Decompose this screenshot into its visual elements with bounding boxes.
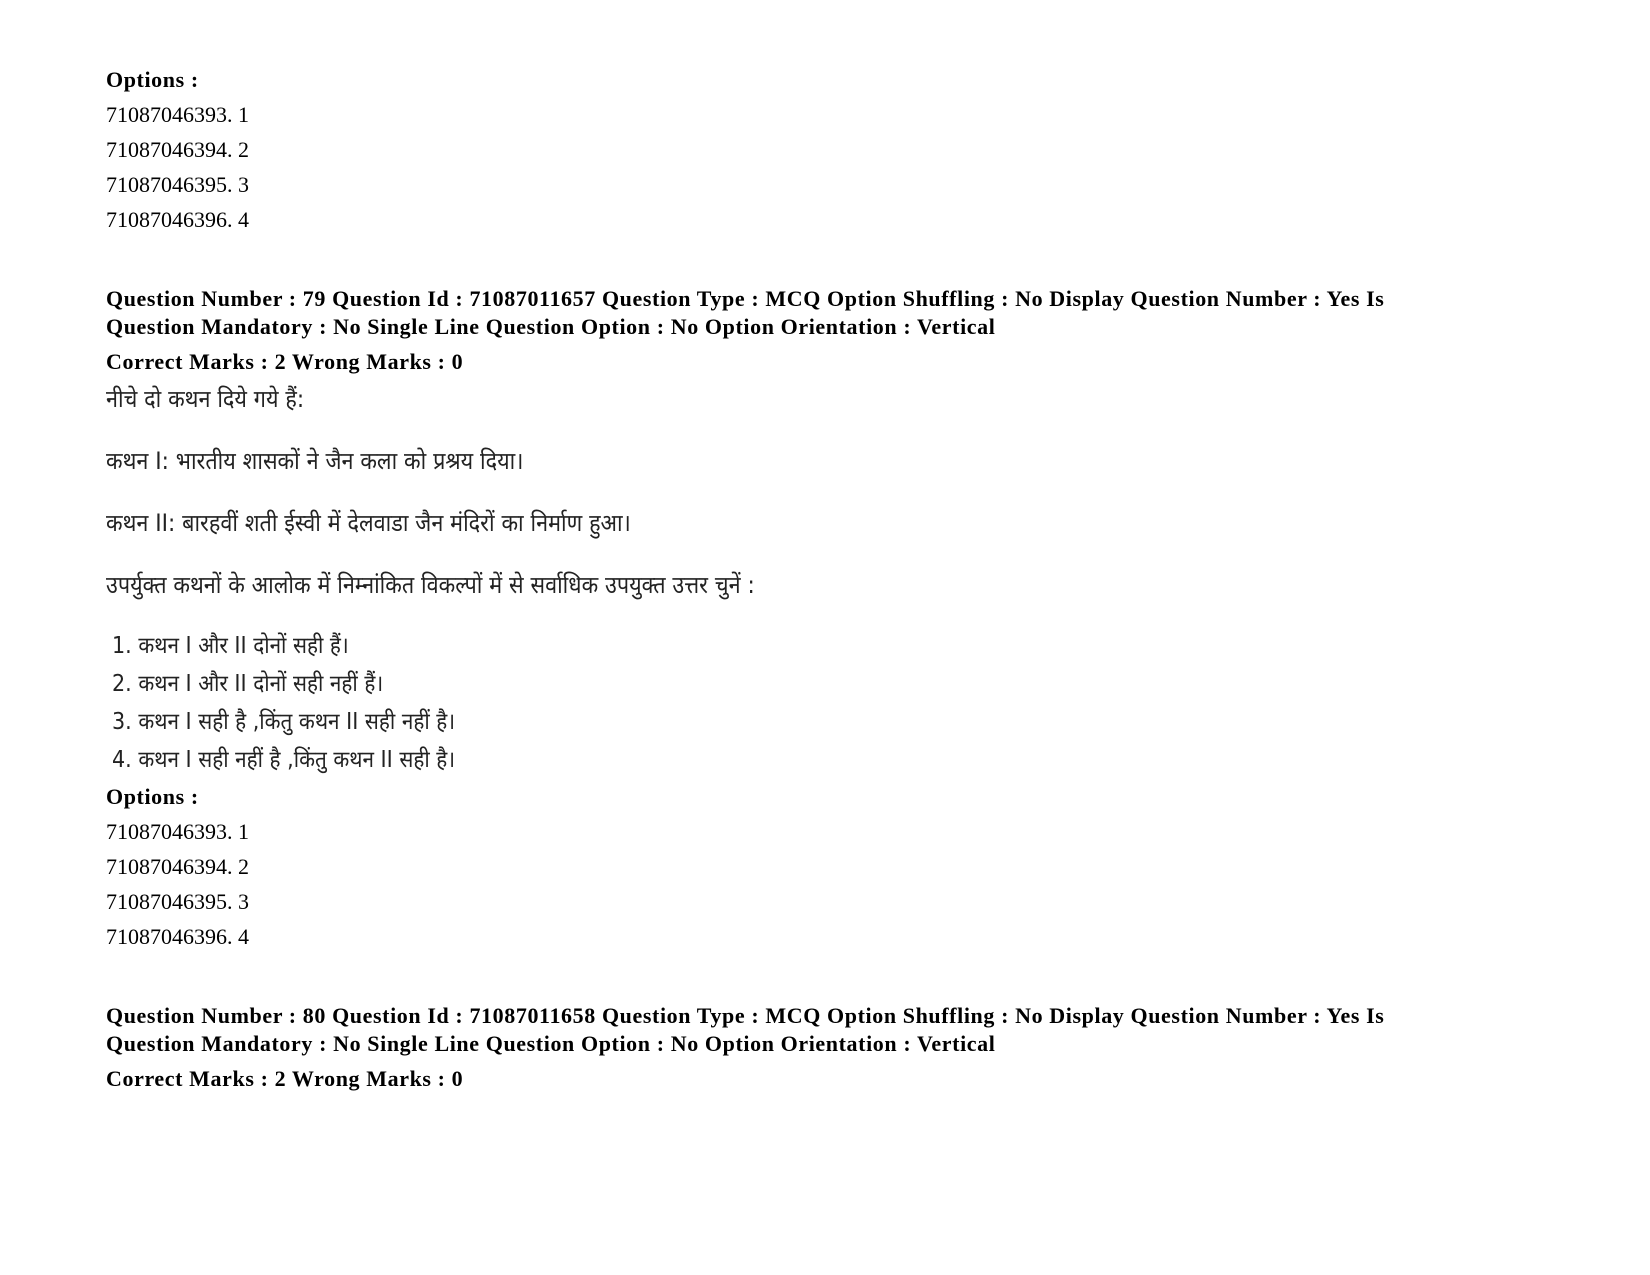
question-meta-line-2: Question Mandatory : No Single Line Ques…: [106, 1031, 996, 1056]
document-page: Options : 71087046393. 1 71087046394. 2 …: [106, 62, 1556, 1096]
question-meta-line-1: Question Number : 79 Question Id : 71087…: [106, 286, 1385, 311]
question-meta-line-1: Question Number : 80 Question Id : 71087…: [106, 1003, 1385, 1028]
options-label: Options :: [106, 67, 199, 92]
answer-choice: 2. कथन I और II दोनों सही नहीं हैं।: [112, 671, 384, 697]
option-item: 71087046396. 4: [106, 207, 249, 232]
question-marks: Correct Marks : 2 Wrong Marks : 0: [106, 1066, 464, 1091]
question-marks: Correct Marks : 2 Wrong Marks : 0: [106, 349, 464, 374]
question-block-79: Question Number : 79 Question Id : 71087…: [106, 285, 1556, 954]
option-item: 71087046395. 3: [106, 889, 249, 914]
question-meta-line-2: Question Mandatory : No Single Line Ques…: [106, 314, 996, 339]
statement-2: कथन II: बारहवीं शती ईस्वी में देलवाडा जै…: [106, 509, 631, 537]
option-item: 71087046394. 2: [106, 854, 249, 879]
option-item: 71087046394. 2: [106, 137, 249, 162]
previous-question-options: Options : 71087046393. 1 71087046394. 2 …: [106, 62, 1556, 237]
option-item: 71087046393. 1: [106, 819, 249, 844]
option-item: 71087046395. 3: [106, 172, 249, 197]
answer-choice: 3. कथन I सही है ,किंतु कथन II सही नहीं ह…: [112, 709, 456, 735]
question-intro: नीचे दो कथन दिये गये हैं:: [106, 385, 305, 413]
answer-choice: 4. कथन I सही नहीं है ,किंतु कथन II सही ह…: [112, 747, 456, 773]
answer-choice: 1. कथन I और II दोनों सही हैं।: [112, 633, 349, 659]
options-label: Options :: [106, 784, 199, 809]
answer-choices: 1. कथन I और II दोनों सही हैं। 2. कथन I औ…: [106, 627, 1556, 779]
question-block-80: Question Number : 80 Question Id : 71087…: [106, 1002, 1556, 1096]
question-79-options: Options : 71087046393. 1 71087046394. 2 …: [106, 779, 1556, 954]
option-item: 71087046393. 1: [106, 102, 249, 127]
statement-1: कथन I: भारतीय शासकों ने जैन कला को प्रश्…: [106, 447, 524, 475]
option-item: 71087046396. 4: [106, 924, 249, 949]
question-instruction: उपर्युक्त कथनों के आलोक में निम्नांकित व…: [106, 571, 755, 599]
